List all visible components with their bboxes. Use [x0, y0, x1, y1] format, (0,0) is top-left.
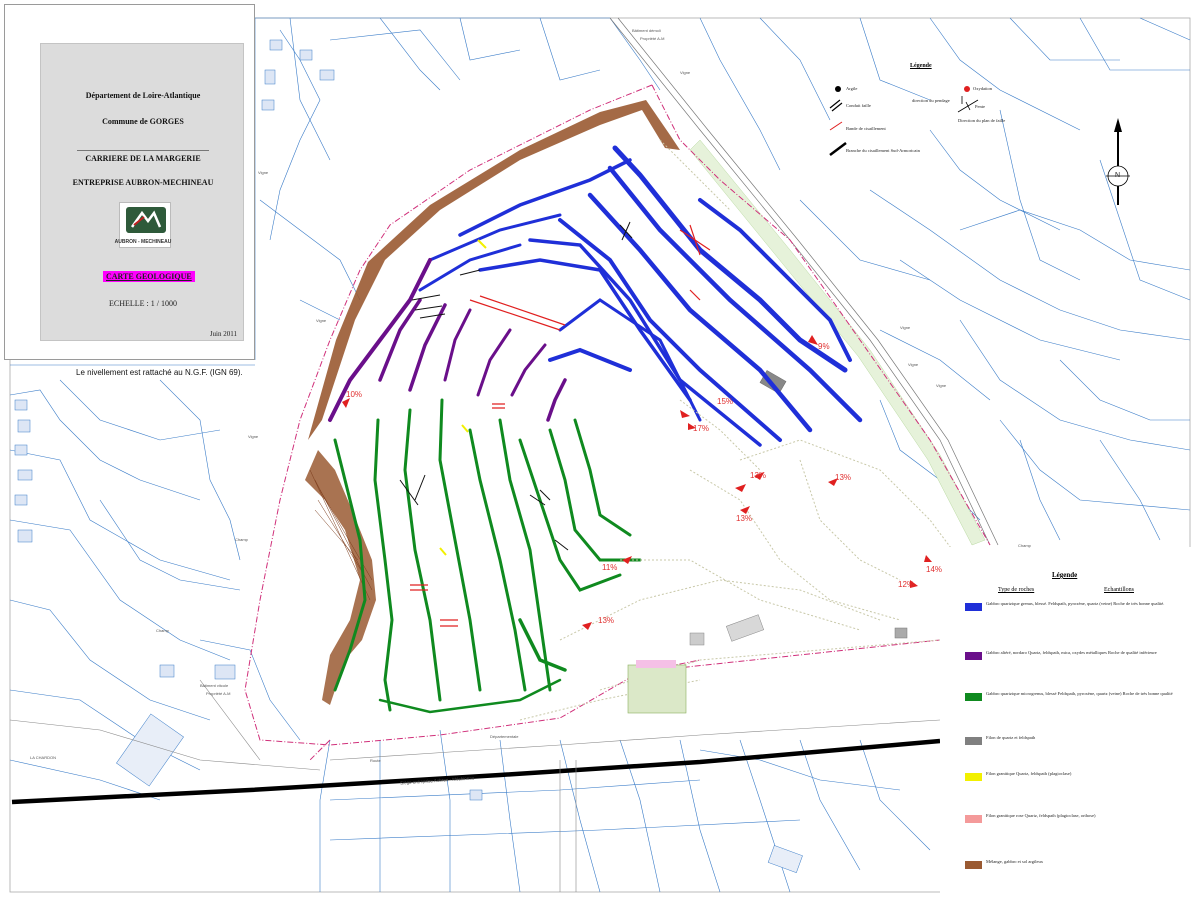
slope-label: 17% [693, 424, 710, 433]
legend-shear-branch: Branche du cisaillement Sud-Armoricain [846, 148, 920, 153]
commune-label: Commune de GORGES [102, 117, 184, 126]
title-block-frame: Département de Loire-Atlantique Commune … [4, 4, 255, 360]
label-vigne-5: Vigne [936, 383, 947, 388]
rock-legend: Légende Type de roches Echantillons Gabb… [940, 547, 1200, 897]
slope-label: 9% [818, 342, 830, 351]
legend-swatch [965, 693, 982, 701]
label-departementale: Départementale [490, 734, 519, 739]
top-legend-title: Légende [910, 63, 932, 69]
legend-text: Gabbro quartzique grenus, blessé. Feldsp… [986, 601, 1165, 606]
label-vigne-2: Vigne [248, 434, 259, 439]
department-label: Département de Loire-Atlantique [85, 91, 201, 100]
logo-caption: AUBRON - MECHINEAU [114, 239, 172, 245]
label-vigne-1: Vigne [316, 318, 327, 323]
label-route: Route [370, 758, 381, 763]
label-champ-3: Champ [1018, 543, 1031, 548]
label-property-am-2: Propriété A-M [206, 691, 231, 696]
samples-heading: Echantillons [1104, 587, 1134, 593]
date-label: Juin 2011 [209, 330, 237, 338]
label-vigne-3: Vigne [900, 325, 911, 330]
legend-text: Gabbro quartzique microgrenus, blessé Fe… [986, 691, 1173, 696]
legend-conduit-faille: Conduit faille [846, 103, 871, 108]
legend-shear-band: Bande de cisaillement [846, 126, 886, 131]
legend-swatch [965, 861, 982, 869]
title-divider [77, 150, 209, 151]
title-block: Département de Loire-Atlantique Commune … [40, 43, 244, 341]
quarry-label: CARRIERE DE LA MARGERIE [85, 154, 201, 163]
label-demolished-building: Bâtiment démoli [632, 28, 661, 33]
slope-label: 13% [750, 471, 767, 480]
legend-swatch [965, 815, 982, 823]
legend-text: Filon granitique rose Quartz, feldspath … [986, 813, 1096, 818]
legend-argile: Argile [846, 86, 858, 91]
company-label: ENTREPRISE AUBRON-MECHINEAU [72, 178, 214, 187]
legend-fault-plane: Direction du plan de faille [958, 118, 1006, 123]
label-vigne-6: Vigne [258, 170, 269, 175]
legend-text: Mélange, gabbro et sol argileux [986, 859, 1044, 864]
slope-label: 10% [346, 390, 363, 399]
site-platform [627, 664, 687, 714]
legend-text: Filon granitique Quartz, feldspath (plag… [986, 771, 1072, 776]
slope-label: 15% [717, 397, 734, 406]
legend-swatch [965, 603, 982, 611]
legend-dip-direction: direction du pendage [912, 98, 950, 103]
legend-text: Filon de quartz et feldspath [986, 735, 1036, 740]
legend-swatch [965, 773, 982, 781]
label-champ-2: Champ [156, 628, 169, 633]
label-wine-building: Bâtiment vitcole [200, 683, 229, 688]
north-label: N [1115, 172, 1121, 179]
label-property-am: Propriété A-M [640, 36, 665, 41]
leveling-note: Le nivellement est rattaché au N.G.F. (I… [76, 368, 243, 377]
label-vigne-7: Vigne [680, 70, 691, 75]
slope-label: 13% [598, 616, 615, 625]
label-vigne-4: Vigne [908, 362, 919, 367]
slope-label: 12% [898, 580, 915, 589]
label-champ-1: Champ [235, 537, 248, 542]
legend-text: Gabbro altéré, nordaro Quartz, feldspath… [986, 650, 1157, 655]
legend-pente: Pente [975, 104, 985, 109]
slope-label: 13% [736, 514, 753, 523]
rock-legend-title: Légende [1052, 571, 1078, 579]
label-la-chardon: LA CHARDON [30, 755, 57, 760]
slope-label: 13% [835, 473, 852, 482]
legend-swatch [965, 737, 982, 745]
legend-oxydation: Oxydation [973, 86, 992, 91]
rock-types-heading: Type de roches [998, 587, 1035, 593]
slope-label: 11% [602, 563, 618, 572]
slope-label: 14% [926, 565, 943, 574]
map-title: CARTE GEOLOGIQUE [103, 271, 195, 282]
scale-label: ECHELLE : 1 / 1000 [109, 299, 177, 308]
legend-swatch [965, 652, 982, 660]
site-platform-pink [636, 660, 676, 668]
